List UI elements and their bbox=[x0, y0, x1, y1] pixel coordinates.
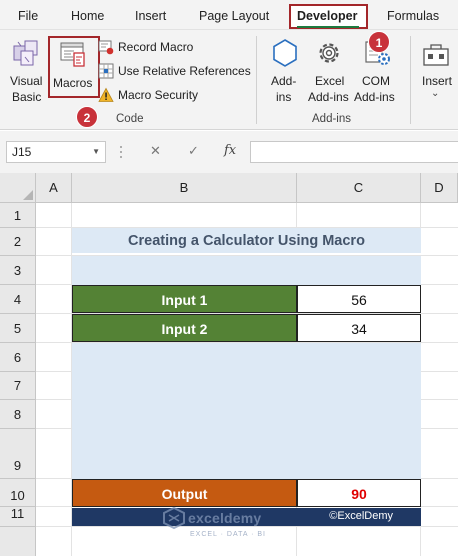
output-value[interactable]: 90 bbox=[297, 479, 421, 507]
input-1-label[interactable]: Input 1 bbox=[72, 285, 297, 313]
row-header-1[interactable]: 1 bbox=[0, 203, 36, 228]
row-header-5[interactable]: 5 bbox=[0, 314, 36, 343]
record-macro-button[interactable]: Record Macro bbox=[98, 37, 193, 57]
tab-insert[interactable]: Insert bbox=[135, 9, 166, 23]
watermark-name: exceldemy bbox=[188, 510, 262, 526]
cancel-icon[interactable]: ✕ bbox=[150, 143, 161, 159]
addins-hexagon-icon bbox=[273, 39, 297, 67]
gear-icon bbox=[319, 43, 339, 63]
relative-references-label: Use Relative References bbox=[118, 64, 251, 78]
formula-bar: J15 ▼ ✕ ✓ fx bbox=[0, 131, 458, 173]
step-2-badge: 2 bbox=[76, 106, 98, 128]
group-separator bbox=[256, 36, 257, 124]
row-header-3[interactable]: 3 bbox=[0, 256, 36, 285]
row-header-8[interactable]: 8 bbox=[0, 400, 36, 429]
exceldemy-watermark: exceldemy bbox=[160, 506, 261, 530]
column-header-b[interactable]: B bbox=[72, 173, 297, 203]
ribbon-tab-bar: File Home Insert Page Layout Developer F… bbox=[0, 0, 458, 30]
ribbon-body: Visual Basic Macros Record Macro Use Rel… bbox=[0, 30, 458, 130]
output-label[interactable]: Output bbox=[72, 479, 297, 507]
insert-function-icon[interactable]: fx bbox=[224, 143, 236, 158]
visual-basic-icon bbox=[13, 40, 38, 66]
tab-formulas[interactable]: Formulas bbox=[387, 9, 439, 23]
macros-label: Macros bbox=[53, 76, 93, 90]
macro-security-label: Macro Security bbox=[118, 88, 199, 102]
enter-icon[interactable]: ✓ bbox=[188, 143, 199, 159]
code-group-label: Code bbox=[116, 113, 144, 125]
formula-input[interactable] bbox=[250, 141, 458, 163]
relative-references-icon bbox=[98, 63, 114, 79]
visual-basic-button[interactable]: Visual Basic bbox=[6, 34, 46, 104]
calculator-title[interactable]: Creating a Calculator Using Macro bbox=[72, 228, 421, 255]
row-header-10[interactable]: 10 bbox=[0, 479, 36, 507]
use-relative-references-button[interactable]: Use Relative References bbox=[98, 61, 251, 81]
visual-basic-label-line2: Basic bbox=[12, 90, 42, 104]
exceldemy-logo-icon bbox=[163, 506, 185, 530]
step-1-badge: 1 bbox=[368, 31, 390, 53]
active-tab-indicator bbox=[297, 26, 359, 28]
excel-addins-label-line1: Excel bbox=[315, 74, 345, 88]
calculator-background bbox=[72, 343, 421, 479]
row-header-12 bbox=[0, 527, 36, 556]
com-addins-label-line1: COM bbox=[362, 74, 390, 88]
tab-file[interactable]: File bbox=[18, 9, 38, 23]
macros-button[interactable]: Macros bbox=[50, 38, 98, 96]
record-macro-icon bbox=[98, 40, 114, 55]
tab-page-layout[interactable]: Page Layout bbox=[199, 9, 269, 23]
row-header-2[interactable]: 2 bbox=[0, 228, 36, 256]
record-macro-label: Record Macro bbox=[118, 40, 194, 54]
column-header-d[interactable]: D bbox=[421, 173, 458, 203]
addins-button[interactable]: Add- ins bbox=[266, 34, 304, 106]
insert-dropdown-caret-icon[interactable]: ⌄ bbox=[431, 88, 439, 99]
select-all-corner[interactable] bbox=[0, 173, 36, 203]
input-1-value[interactable]: 56 bbox=[297, 285, 421, 313]
name-box-dropdown-icon[interactable]: ▼ bbox=[92, 147, 100, 156]
row-header-6[interactable]: 6 bbox=[0, 343, 36, 372]
excel-addins-button[interactable]: Excel Add-ins bbox=[306, 34, 352, 106]
macro-security-button[interactable]: Macro Security bbox=[98, 85, 198, 105]
name-box-value: J15 bbox=[12, 145, 32, 159]
group-separator bbox=[410, 36, 411, 124]
excel-addins-label-line2: Add-ins bbox=[308, 90, 349, 104]
addins-label-line1: Add- bbox=[271, 74, 297, 88]
insert-controls-label: Insert bbox=[422, 74, 453, 88]
name-box[interactable]: J15 ▼ bbox=[6, 141, 106, 163]
row-header-11[interactable]: 11 bbox=[0, 507, 36, 527]
worksheet-grid: A B C D 1 2 3 4 5 6 7 8 9 10 11 Creating… bbox=[0, 173, 458, 556]
row-header-9[interactable]: 9 bbox=[0, 429, 36, 479]
addins-label-line2: ins bbox=[276, 90, 292, 104]
calculator-background bbox=[72, 256, 421, 285]
watermark-tagline: EXCEL · DATA · BI bbox=[190, 531, 266, 538]
toolbox-icon bbox=[423, 44, 449, 66]
row-header-7[interactable]: 7 bbox=[0, 372, 36, 400]
addins-group-label: Add-ins bbox=[312, 113, 351, 125]
column-header-c[interactable]: C bbox=[297, 173, 421, 203]
input-2-label[interactable]: Input 2 bbox=[72, 314, 297, 342]
macros-icon bbox=[60, 42, 85, 67]
visual-basic-label-line1: Visual bbox=[10, 74, 43, 88]
warning-icon bbox=[98, 87, 114, 102]
tab-home[interactable]: Home bbox=[71, 9, 104, 23]
com-addins-label-line2: Add-ins bbox=[354, 90, 395, 104]
tab-developer[interactable]: Developer bbox=[297, 9, 357, 23]
column-header-a[interactable]: A bbox=[36, 173, 72, 203]
input-2-value[interactable]: 34 bbox=[297, 314, 421, 342]
formula-bar-grip-icon bbox=[120, 146, 122, 158]
copyright-text: ©ExcelDemy bbox=[329, 510, 393, 522]
row-header-4[interactable]: 4 bbox=[0, 285, 36, 314]
